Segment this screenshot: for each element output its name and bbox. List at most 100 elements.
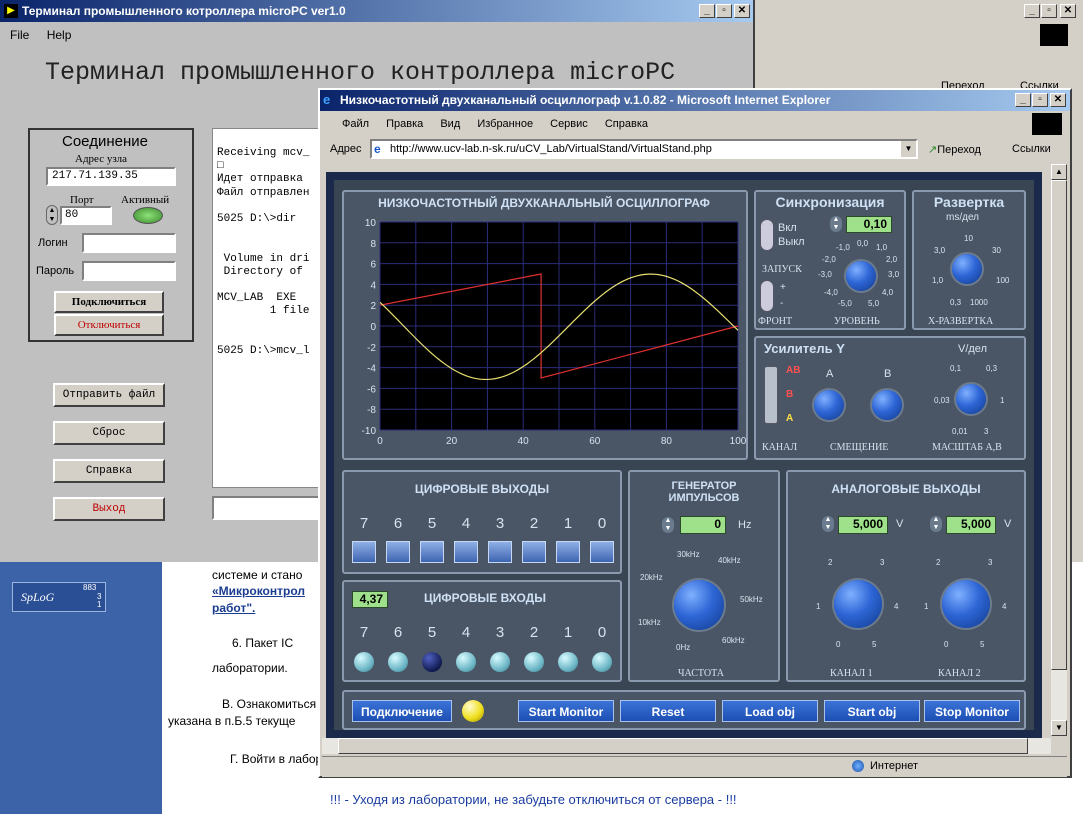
dout-bit-switch[interactable] xyxy=(386,541,410,563)
ie-menu-edit[interactable]: Правка xyxy=(386,118,423,130)
ie-close-button[interactable]: ✕ xyxy=(1050,93,1066,107)
terminal-app-icon: ▶ xyxy=(4,4,18,18)
load-obj-button[interactable]: Load obj xyxy=(722,700,818,722)
front-plus-label: + xyxy=(780,282,786,293)
terminal-close-button[interactable]: ✕ xyxy=(734,4,750,18)
splog-num-1: 883 xyxy=(83,583,97,592)
ie-menu-view[interactable]: Вид xyxy=(440,118,460,130)
splog-num-3: 1 xyxy=(97,600,102,609)
sync-scale-4: -2,0 xyxy=(822,255,836,264)
scale-knob[interactable] xyxy=(956,384,986,414)
terminal-minimize-button[interactable]: _ xyxy=(699,4,715,18)
dout-bit-switch[interactable] xyxy=(454,541,478,563)
ie-menu-favorites[interactable]: Избранное xyxy=(477,118,533,130)
sync-level-spinner-icon[interactable]: ▲ ▼ xyxy=(830,216,842,232)
ie-scroll-down-icon[interactable]: ▼ xyxy=(1051,720,1067,736)
dout-bit-switch[interactable] xyxy=(420,541,444,563)
port-spinner-icon[interactable]: ▲ ▼ xyxy=(46,205,58,225)
din-bit-led xyxy=(490,652,510,672)
connection-button[interactable]: Подключение xyxy=(352,700,452,722)
amp-scale-2: 0,3 xyxy=(986,364,998,373)
terminal-maximize-button[interactable]: ▫ xyxy=(716,4,732,18)
ch1-value[interactable]: 5,000 xyxy=(838,516,888,534)
page-line-7: указана в п.Б.5 текуще xyxy=(168,714,296,728)
splog-logo: SpLoG 883 3 1 xyxy=(12,582,106,612)
gen-scale-6: 60kHz xyxy=(722,636,745,645)
password-input[interactable] xyxy=(82,261,176,281)
ch2-scale-1: 2 xyxy=(936,558,941,567)
offset-a-knob[interactable] xyxy=(814,390,844,420)
ie-menu-help[interactable]: Справка xyxy=(605,118,648,130)
exit-button[interactable]: Выход xyxy=(53,497,165,521)
gen-scale-4: 50kHz xyxy=(740,595,763,604)
ie-menu-tools[interactable]: Сервис xyxy=(550,118,588,130)
start-monitor-button[interactable]: Start Monitor xyxy=(518,700,614,722)
dout-bit-switch[interactable] xyxy=(488,541,512,563)
ch1-label: КАНАЛ 1 xyxy=(830,668,873,679)
ie-menu-file[interactable]: Файл xyxy=(342,118,369,130)
dout-bit-switch[interactable] xyxy=(522,541,546,563)
ie-scroll-up-icon[interactable]: ▲ xyxy=(1051,164,1067,180)
terminal-heading: Терминал промышленного контроллера micro… xyxy=(45,58,676,87)
offset-b-knob[interactable] xyxy=(872,390,902,420)
sync-level-knob[interactable] xyxy=(846,261,876,291)
ie-minimize-button[interactable]: _ xyxy=(1015,93,1031,107)
behind-close-button[interactable]: ✕ xyxy=(1060,4,1076,18)
terminal-menu-file[interactable]: File xyxy=(10,28,29,42)
din-bit-label: 2 xyxy=(529,624,539,641)
dout-bit-switch[interactable] xyxy=(352,541,376,563)
ie-address-dropdown-icon[interactable]: ▼ xyxy=(901,141,916,157)
scope-y-ticks: 10 8 6 4 2 0 -2 -4 -6 -8 -10 xyxy=(362,218,377,437)
behind-minimize-button[interactable]: _ xyxy=(1024,4,1040,18)
reset-scope-button[interactable]: Reset xyxy=(620,700,716,722)
address-input[interactable]: 217.71.139.35 xyxy=(46,167,176,186)
ch1-spinner-icon[interactable]: ▲ ▼ xyxy=(822,516,834,532)
ie-address-label: Адрес xyxy=(330,143,362,155)
disconnect-button[interactable]: Отключиться xyxy=(54,314,164,336)
dout-bit-switch[interactable] xyxy=(556,541,580,563)
sync-toggle[interactable] xyxy=(760,219,774,251)
scope-x-ticks: 0 20 40 60 80 100 xyxy=(377,436,747,447)
login-input[interactable] xyxy=(82,233,176,253)
ie-scroll-thumb[interactable] xyxy=(1051,180,1067,670)
frequency-knob[interactable] xyxy=(674,580,724,630)
start-obj-button[interactable]: Start obj xyxy=(824,700,920,722)
ie-address-bar[interactable]: e http://www.ucv-lab.n-sk.ru/uCV_Lab/Vir… xyxy=(370,139,918,159)
send-file-button[interactable]: Отправить файл xyxy=(53,383,165,407)
terminal-menu-help[interactable]: Help xyxy=(47,28,72,42)
sync-scale-1: -1,0 xyxy=(836,243,850,252)
dout-bit-switch[interactable] xyxy=(590,541,614,563)
ie-maximize-button[interactable]: ▫ xyxy=(1032,93,1048,107)
sweep-knob[interactable] xyxy=(952,254,982,284)
din-bit-label: 0 xyxy=(597,624,607,641)
ch2-knob[interactable] xyxy=(942,580,990,628)
ie-hscroll-thumb[interactable] xyxy=(338,738,1028,754)
page-link-2[interactable]: работ". xyxy=(212,601,255,615)
sync-start-label: ЗАПУСК xyxy=(762,264,802,275)
channel-switch[interactable] xyxy=(764,366,778,424)
sync-scale-11: 5,0 xyxy=(868,299,880,308)
ie-go-button[interactable]: ↗Переход xyxy=(928,143,981,156)
reset-button[interactable]: Сброс xyxy=(53,421,165,445)
ch1-knob[interactable] xyxy=(834,580,882,628)
front-toggle[interactable] xyxy=(760,280,774,312)
connect-button[interactable]: Подключиться xyxy=(54,291,164,313)
sync-level-value[interactable]: 0,10 xyxy=(846,216,892,233)
stop-monitor-button[interactable]: Stop Monitor xyxy=(924,700,1020,722)
command-input[interactable] xyxy=(212,496,324,520)
active-led-icon xyxy=(133,207,163,224)
port-input[interactable]: 80 xyxy=(60,206,112,225)
ch2-spinner-icon[interactable]: ▲ ▼ xyxy=(930,516,942,532)
help-button[interactable]: Справка xyxy=(53,459,165,483)
ch1-unit: V xyxy=(896,518,904,530)
ch2-value[interactable]: 5,000 xyxy=(946,516,996,534)
ie-status-zone-icon xyxy=(852,760,864,772)
generator-value[interactable]: 0 xyxy=(680,516,726,534)
page-link-1[interactable]: «Микроконтрол xyxy=(212,584,305,598)
behind-maximize-button[interactable]: ▫ xyxy=(1041,4,1057,18)
dout-bit-label: 6 xyxy=(393,515,403,532)
dout-bit-label: 1 xyxy=(563,515,573,532)
sync-scale-2: 0,0 xyxy=(857,239,869,248)
generator-spinner-icon[interactable]: ▲ ▼ xyxy=(662,517,674,533)
ie-links-button[interactable]: Ссылки xyxy=(1012,143,1051,155)
